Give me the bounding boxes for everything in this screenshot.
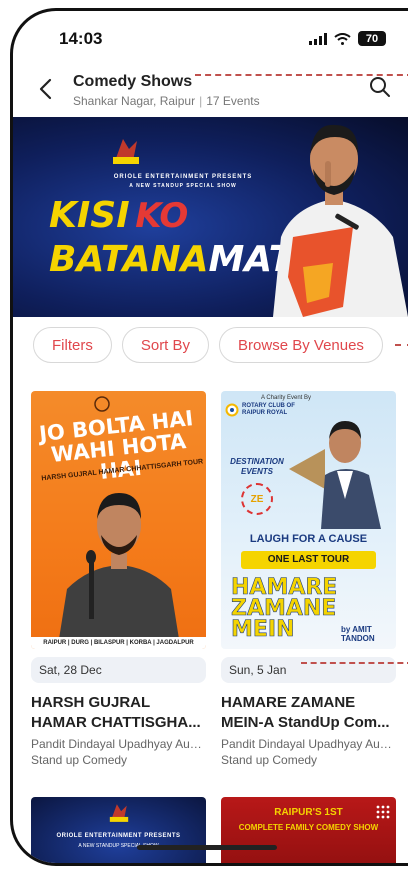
event-date: Sun, 5 Jan [221, 657, 396, 683]
poster-tour-text: ONE LAST TOUR [267, 554, 350, 565]
poster-logo [94, 396, 110, 412]
banner-logo [113, 139, 139, 164]
event-poster: A Charity Event By ROTARY CLUB OF RAIPUR… [221, 391, 396, 649]
poster-brand: ORIOLE ENTERTAINMENT PRESENTS [56, 833, 181, 839]
poster-by: by AMIT TANDON [341, 625, 375, 643]
event-category: Stand up Comedy [221, 753, 318, 767]
banner-word-1: KISI [49, 195, 130, 236]
status-time: 14:03 [59, 29, 103, 48]
performer-illustration [59, 493, 179, 639]
performer-illustration [273, 124, 408, 317]
poster-big-line1: HAMARE [231, 575, 338, 600]
featured-banner[interactable]: ORIOLE ENTERTAINMENT PRESENTS A NEW STAN… [13, 117, 408, 317]
annotation-dash [301, 662, 408, 664]
banner-word-2: KO [135, 196, 189, 236]
battery-level: 70 [365, 32, 379, 45]
poster-top-text: A Charity Event By [261, 395, 312, 401]
poster-destination: DESTINATION EVENTS [230, 457, 284, 476]
poster-tour: ONE LAST TOUR [241, 551, 376, 569]
signal-icon [309, 32, 327, 45]
banner-word-3: BATANA [49, 239, 209, 280]
banner-brand: ORIOLE ENTERTAINMENT PRESENTS A NEW STAN… [103, 173, 263, 191]
page-subtitle: Shankar Nagar, Raipur | 17 Events [73, 94, 260, 108]
event-title: HAMARE ZAMANE MEIN-A StandUp Com... [221, 694, 390, 731]
status-icons: 70 [309, 31, 386, 46]
location-label: Shankar Nagar, Raipur [73, 94, 196, 108]
poster-emblem: ZE [241, 483, 273, 515]
wifi-icon [334, 32, 351, 45]
performer-illustration [289, 421, 381, 529]
event-card[interactable]: JO BOLTA HAI WAHI HOTA HAI HARSH GUJRAL … [31, 391, 206, 767]
filters-chip[interactable]: Filters [33, 327, 112, 363]
event-card[interactable]: A Charity Event By ROTARY CLUB OF RAIPUR… [221, 391, 396, 767]
event-poster: JO BOLTA HAI WAHI HOTA HAI HARSH GUJRAL … [31, 391, 206, 649]
event-count: 17 Events [206, 94, 260, 108]
page-title: Comedy Shows [73, 73, 193, 90]
battery-icon: 70 [358, 31, 386, 46]
rotary-wheel-icon [225, 403, 239, 417]
poster-cities: RAIPUR | DURG | BILASPUR | KORBA | JAGDA… [31, 637, 206, 649]
poster-subheading: COMPLETE FAMILY COMEDY SHOW [238, 823, 379, 832]
back-button[interactable] [31, 75, 59, 103]
poster-big-line2: ZAMANE [231, 596, 337, 621]
sort-by-chip[interactable]: Sort By [121, 327, 210, 363]
status-bar: 14:03 70 [13, 11, 408, 67]
chevron-left-icon [39, 78, 52, 100]
poster-logo [109, 804, 129, 822]
event-category: Stand up Comedy [31, 753, 128, 767]
event-card-partial[interactable]: RAIPUR'S 1ST COMPLETE FAMILY COMEDY SHOW [221, 797, 396, 863]
banner-brand-text: ORIOLE ENTERTAINMENT PRESENTS [113, 174, 253, 180]
annotation-dash [195, 74, 408, 76]
search-button[interactable] [368, 75, 394, 101]
poster-laugh: LAUGH FOR A CAUSE [249, 533, 368, 545]
event-title: HARSH GUJRAL HAMAR CHATTISGHA... [31, 694, 201, 731]
event-card-partial[interactable]: ORIOLE ENTERTAINMENT PRESENTS A NEW STAN… [31, 797, 206, 863]
browse-by-venues-chip[interactable]: Browse By Venues [219, 327, 383, 363]
filter-chips: Filters Sort By Browse By Venues [33, 327, 383, 363]
event-venue: Pandit Dindayal Upadhyay Aud... [31, 737, 206, 751]
banner-title: KISI KO BATANAMAT [49, 197, 293, 285]
annotation-dash [395, 344, 408, 346]
separator: | [199, 94, 203, 108]
home-indicator[interactable] [137, 845, 277, 850]
search-icon [370, 77, 390, 97]
poster-heading: RAIPUR'S 1ST [274, 807, 343, 818]
event-date: Sat, 28 Dec [31, 657, 206, 683]
event-venue: Pandit Dindayal Upadhyay Aud... [221, 737, 396, 751]
banner-subtitle: A NEW STANDUP SPECIAL SHOW [129, 183, 237, 189]
phone-frame: 14:03 70 Comedy Shows Shankar Nagar, Rai… [10, 8, 408, 866]
